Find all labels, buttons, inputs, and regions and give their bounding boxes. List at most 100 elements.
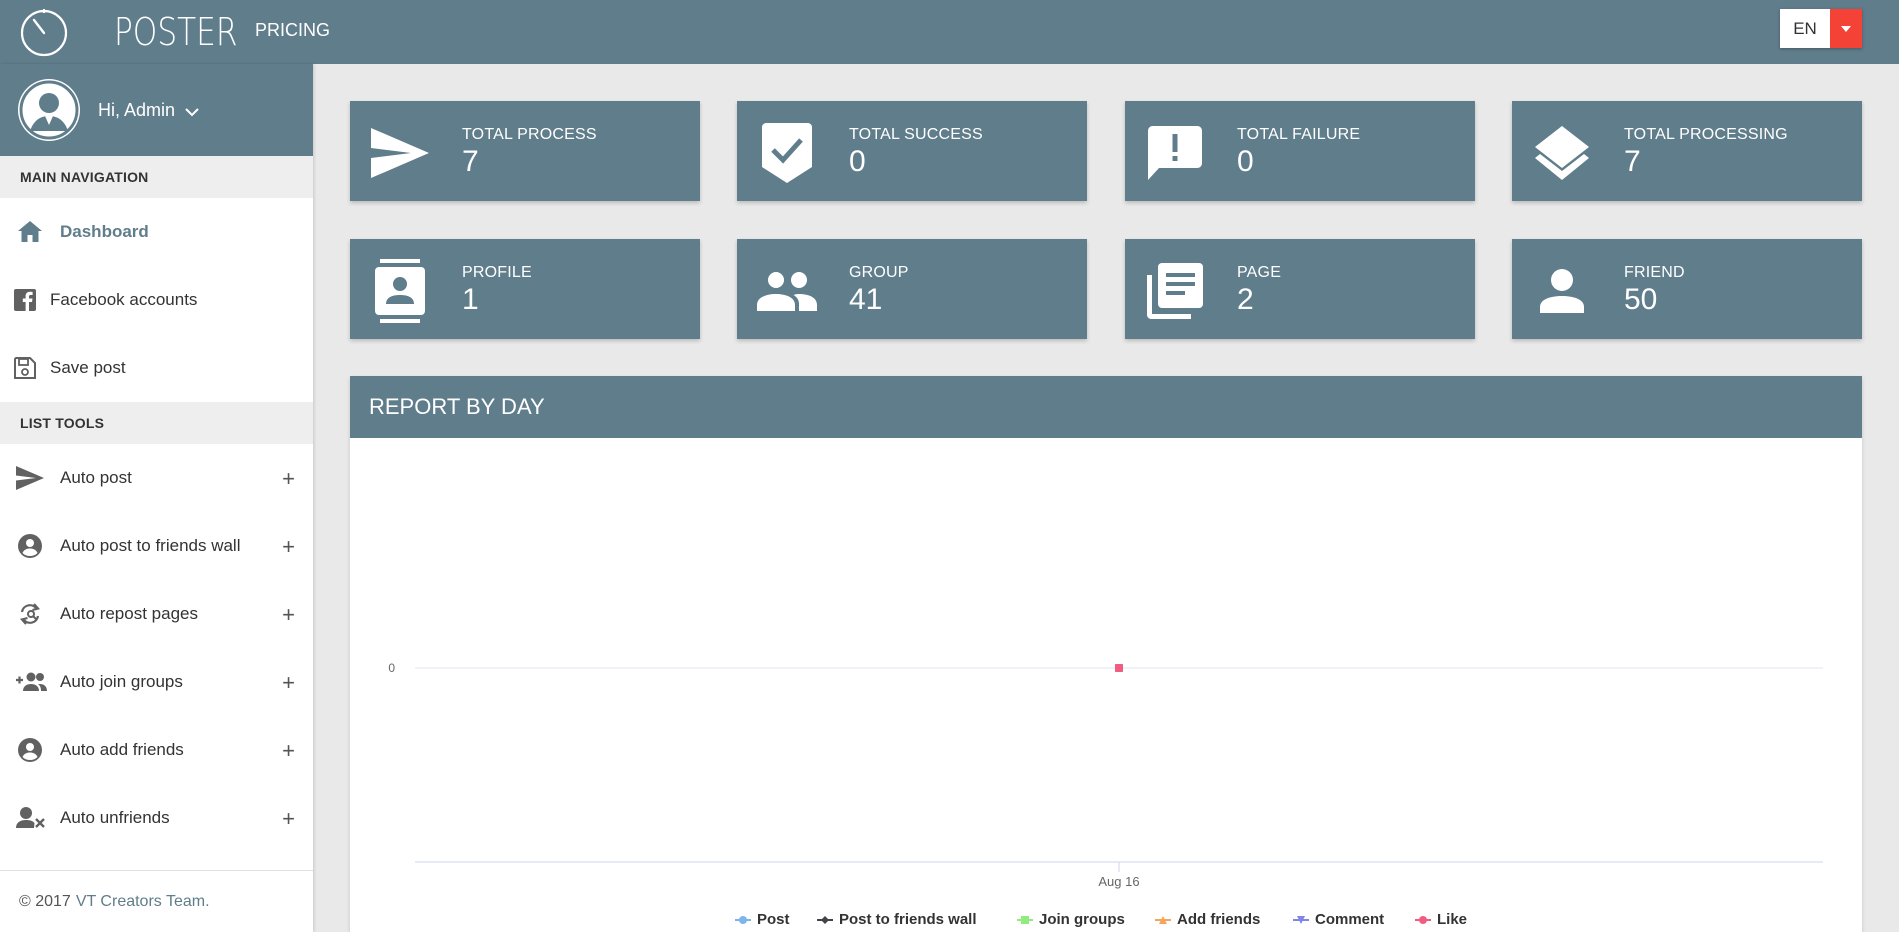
person-icon xyxy=(1532,261,1592,321)
sidebar-item-label: Auto post to friends wall xyxy=(60,536,241,555)
save-icon xyxy=(14,354,36,382)
sidebar-item-auto-add-friends[interactable]: Auto add friends + xyxy=(0,716,313,784)
stat-value: 0 xyxy=(849,145,866,178)
speedometer-logo-icon[interactable] xyxy=(18,6,70,58)
section-list-tools: LIST TOOLS xyxy=(0,402,313,444)
sidebar-item-label: Auto repost pages xyxy=(60,604,198,623)
person-remove-icon xyxy=(16,804,46,832)
stat-label: PROFILE xyxy=(462,264,532,281)
expand-plus-icon[interactable]: + xyxy=(282,534,295,560)
legend-label: Like xyxy=(1437,911,1467,928)
stat-label: FRIEND xyxy=(1624,264,1685,281)
legend-label: Join groups xyxy=(1039,911,1125,928)
stat-value: 1 xyxy=(462,283,479,316)
legend-marker xyxy=(739,916,747,924)
stat-card-group[interactable]: GROUP 41 xyxy=(737,239,1087,339)
stat-label: PAGE xyxy=(1237,264,1282,281)
sidebar-item-auto-post[interactable]: Auto post + xyxy=(0,444,313,512)
sidebar-item-label: Auto post xyxy=(60,468,132,487)
expand-plus-icon[interactable]: + xyxy=(282,466,295,492)
stat-label: TOTAL PROCESSING xyxy=(1624,126,1788,143)
group-icon xyxy=(757,261,817,321)
expand-plus-icon[interactable]: + xyxy=(282,670,295,696)
user-block: Hi, Admin xyxy=(0,64,313,156)
stat-card-friend[interactable]: FRIEND 50 xyxy=(1512,239,1862,339)
account-circle-icon xyxy=(16,532,44,560)
sidebar-item-dashboard[interactable]: Dashboard xyxy=(0,198,313,266)
nav-pricing-link[interactable]: PRICING xyxy=(255,20,330,41)
top-bar: POSTER PRICING EN xyxy=(0,0,1899,64)
facebook-icon xyxy=(14,286,36,314)
stat-label: TOTAL PROCESS xyxy=(462,126,597,143)
copyright-text: © 2017 xyxy=(19,892,71,910)
stat-label: TOTAL FAILURE xyxy=(1237,126,1361,143)
team-link[interactable]: VT Creators Team. xyxy=(76,893,210,911)
legend-marker xyxy=(1021,916,1029,924)
user-greeting[interactable]: Hi, Admin xyxy=(98,100,175,121)
y-tick-label: 0 xyxy=(388,661,395,675)
sidebar-item-facebook-accounts[interactable]: Facebook accounts xyxy=(0,266,313,334)
library-books-icon xyxy=(1145,261,1205,321)
repost-icon xyxy=(16,600,44,628)
stat-value: 50 xyxy=(1624,283,1658,316)
account-circle-icon xyxy=(16,736,44,764)
stat-value: 0 xyxy=(1237,145,1254,178)
layers-icon xyxy=(1532,123,1592,183)
home-icon xyxy=(16,218,44,246)
legend-marker xyxy=(1419,916,1427,924)
sidebar-item-auto-repost-pages[interactable]: Auto repost pages + xyxy=(0,580,313,648)
x-tick-label: Aug 16 xyxy=(1098,874,1139,889)
stat-value: 7 xyxy=(462,145,479,178)
sidebar-item-auto-post-friends-wall[interactable]: Auto post to friends wall + xyxy=(0,512,313,580)
legend-label: Post to friends wall xyxy=(839,911,977,928)
stat-label: TOTAL SUCCESS xyxy=(849,126,983,143)
sidebar-footer: © 2017 VT Creators Team. xyxy=(0,870,313,932)
sidebar-item-label: Auto add friends xyxy=(60,740,184,759)
section-main-navigation: MAIN NAVIGATION xyxy=(0,156,313,198)
legend-label: Post xyxy=(757,911,790,928)
brand-title[interactable]: POSTER xyxy=(114,10,237,54)
sidebar-item-auto-join-groups[interactable]: Auto join groups + xyxy=(0,648,313,716)
caret-down-icon xyxy=(1841,25,1851,32)
stat-value: 41 xyxy=(849,283,883,316)
stat-value: 2 xyxy=(1237,283,1254,316)
sidebar-item-label: Facebook accounts xyxy=(50,290,198,309)
data-point xyxy=(1115,664,1123,672)
verified-check-icon xyxy=(757,123,817,183)
stat-card-total-processing[interactable]: TOTAL PROCESSING 7 xyxy=(1512,101,1862,201)
sidebar-item-label: Auto join groups xyxy=(60,672,183,691)
stat-card-total-success[interactable]: TOTAL SUCCESS 0 xyxy=(737,101,1087,201)
stat-card-total-process[interactable]: TOTAL PROCESS 7 xyxy=(350,101,700,201)
stat-card-profile[interactable]: PROFILE 1 xyxy=(350,239,700,339)
user-avatar-icon xyxy=(19,80,79,140)
language-label[interactable]: EN xyxy=(1780,9,1830,48)
stat-value: 7 xyxy=(1624,145,1641,178)
report-title: REPORT BY DAY xyxy=(350,376,1862,438)
language-dropdown-button[interactable] xyxy=(1830,9,1862,48)
stat-card-total-failure[interactable]: TOTAL FAILURE 0 xyxy=(1125,101,1475,201)
feedback-alert-icon xyxy=(1145,123,1205,183)
chevron-down-icon[interactable] xyxy=(185,107,199,117)
sidebar-item-label: Save post xyxy=(50,358,126,377)
sidebar: Hi, Admin MAIN NAVIGATION Dashboard Face… xyxy=(0,64,313,932)
sidebar-item-label: Dashboard xyxy=(60,222,149,241)
sidebar-item-label: Auto unfriends xyxy=(60,808,170,827)
report-chart: 0 Aug 16 Post Post to friends wall Join grou… xyxy=(388,661,1823,928)
send-icon xyxy=(16,464,44,492)
language-selector[interactable]: EN xyxy=(1780,9,1862,48)
stat-label: GROUP xyxy=(849,264,909,281)
sidebar-item-auto-unfriends[interactable]: Auto unfriends + xyxy=(0,784,313,852)
legend-label: Comment xyxy=(1315,911,1384,928)
group-add-icon xyxy=(16,668,48,696)
expand-plus-icon[interactable]: + xyxy=(282,602,295,628)
stat-card-page[interactable]: PAGE 2 xyxy=(1125,239,1475,339)
report-panel: REPORT BY DAY 0 Aug 16 Post Post to friends… xyxy=(350,376,1862,932)
expand-plus-icon[interactable]: + xyxy=(282,738,295,764)
contact-card-icon xyxy=(370,259,430,323)
expand-plus-icon[interactable]: + xyxy=(282,806,295,832)
legend-label: Add friends xyxy=(1177,911,1260,928)
legend-marker xyxy=(821,916,829,924)
avatar[interactable] xyxy=(18,79,80,141)
send-icon xyxy=(370,123,430,183)
sidebar-item-save-post[interactable]: Save post xyxy=(0,334,313,402)
